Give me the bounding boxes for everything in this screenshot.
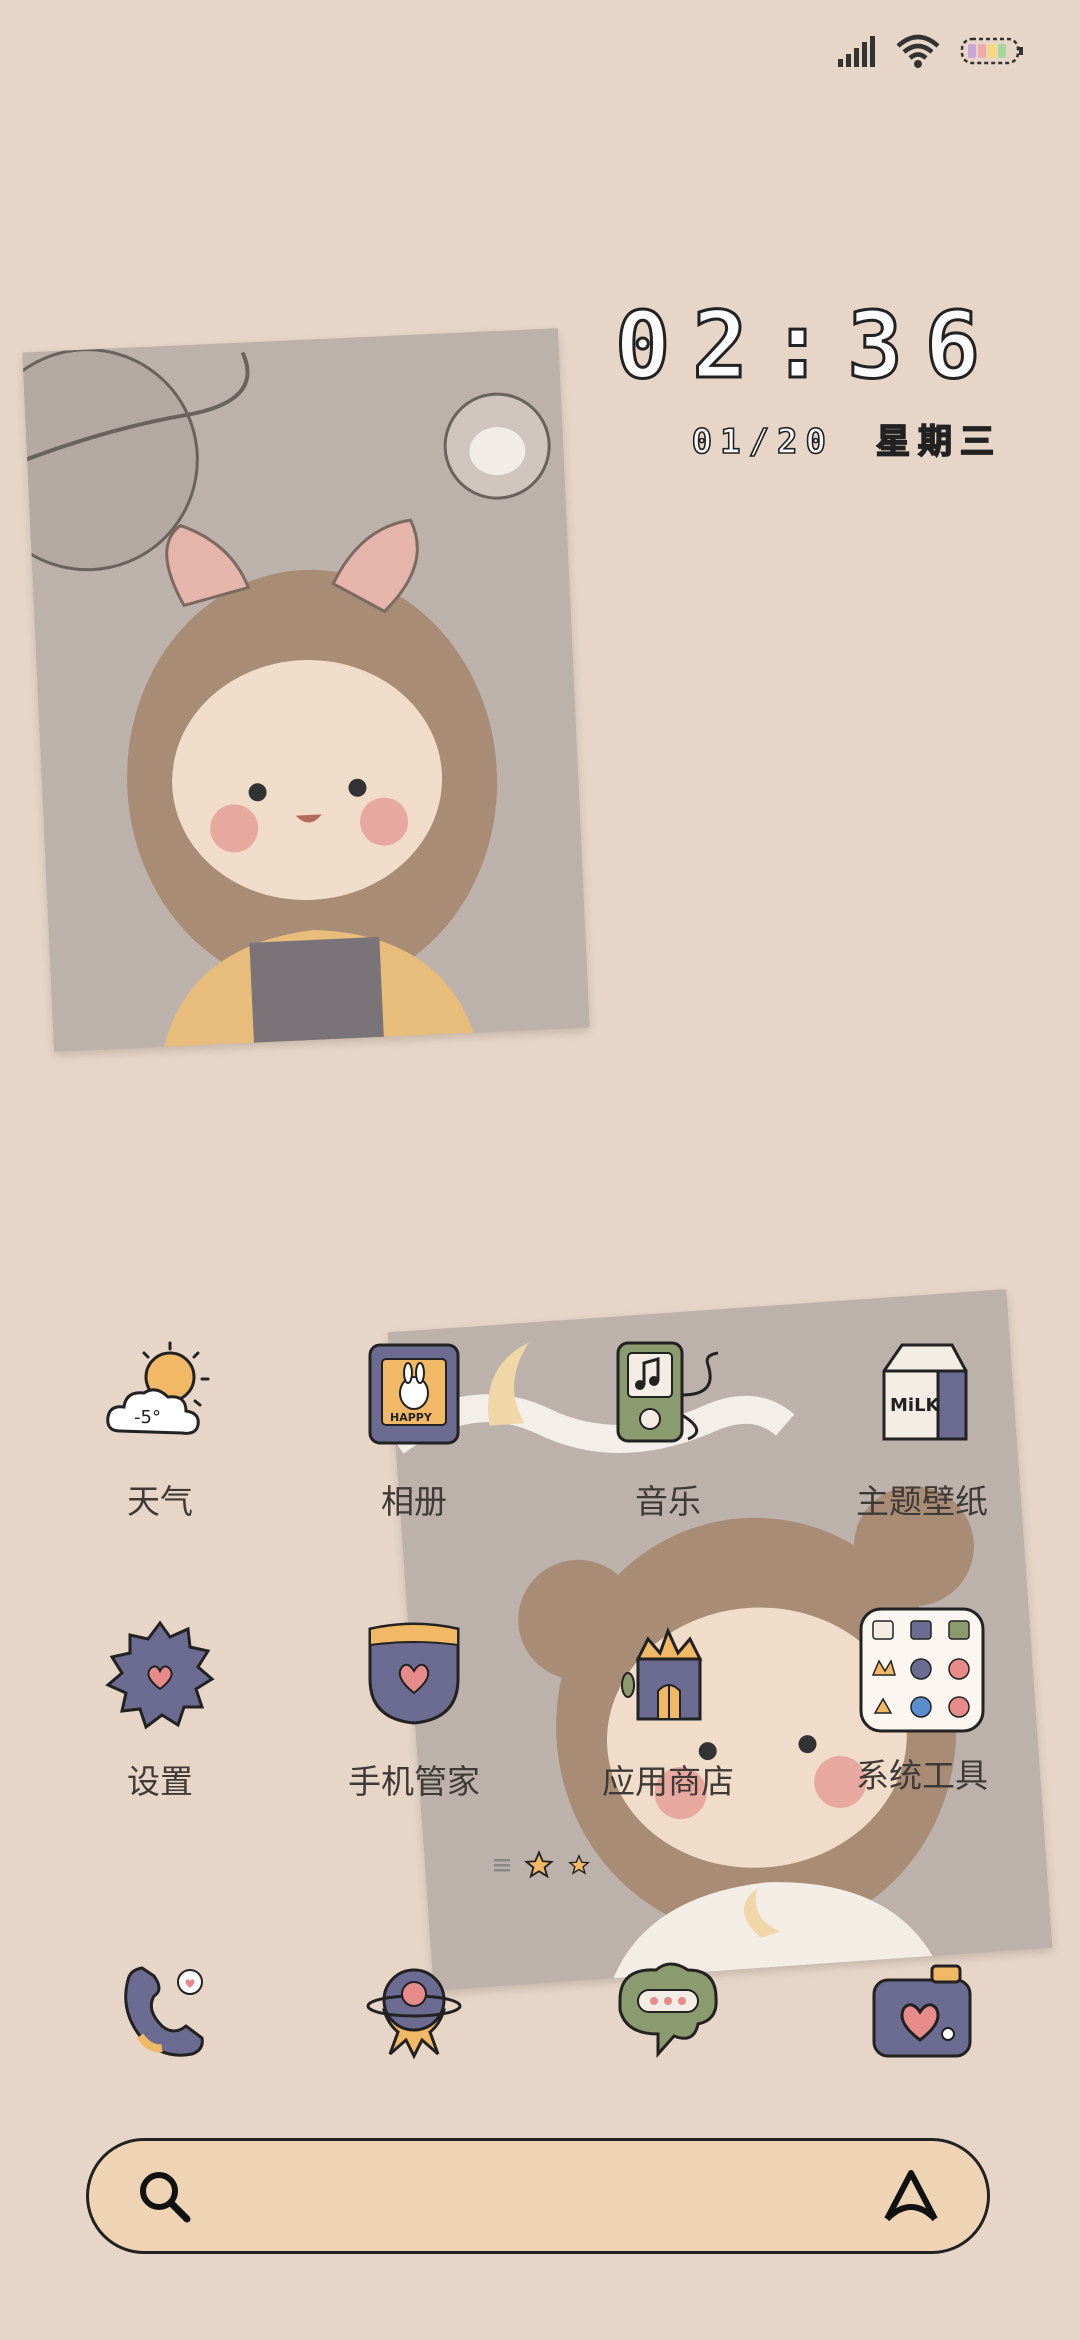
- app-label: 音乐: [635, 1482, 701, 1521]
- status-bar: [838, 26, 1024, 76]
- dock-camera[interactable]: [862, 1950, 982, 2070]
- weekday-text: 星期三: [875, 421, 1002, 463]
- weather-temperature: -5°: [134, 1407, 161, 1428]
- star-icon: [524, 1850, 554, 1879]
- dock-phone[interactable]: [100, 1950, 220, 2070]
- shield-icon: [368, 1622, 460, 1725]
- app-label: 系统工具: [856, 1756, 988, 1795]
- app-themes[interactable]: MiLK 主题壁纸: [797, 1335, 1047, 1523]
- app-store[interactable]: 应用商店: [543, 1615, 793, 1803]
- folder-icon: [859, 1607, 985, 1733]
- date-text: 01/20: [691, 421, 834, 463]
- wallpaper-photo-top: [22, 328, 590, 1052]
- app-weather[interactable]: -5° 天气: [35, 1335, 285, 1523]
- app-label: 设置: [127, 1762, 193, 1801]
- app-settings[interactable]: 设置: [35, 1615, 285, 1803]
- dock-messages[interactable]: [608, 1950, 728, 2070]
- clock-date: 01/20 星期三: [615, 414, 1002, 463]
- star-icon: [568, 1854, 590, 1875]
- battery-icon: [960, 37, 1023, 65]
- assistant-icon[interactable]: [879, 2165, 943, 2227]
- search-icon[interactable]: [135, 2167, 195, 2227]
- phone-icon: [124, 1966, 204, 2057]
- weather-icon: -5°: [106, 1341, 210, 1435]
- search-bar[interactable]: [86, 2138, 990, 2254]
- clock-widget[interactable]: 02:36 01/20 星期三: [614, 292, 1002, 463]
- clock-time: 02:36: [614, 292, 1002, 399]
- message-icon: [618, 1962, 718, 2058]
- app-label: 天气: [127, 1482, 193, 1521]
- gallery-icon: HAPPY: [368, 1343, 460, 1445]
- gallery-text: HAPPY: [390, 1411, 433, 1424]
- wifi-icon: [896, 34, 940, 68]
- menu-lines-icon: [494, 1859, 510, 1872]
- page-indicator[interactable]: [494, 1850, 590, 1880]
- app-phone-manager[interactable]: 手机管家: [289, 1615, 539, 1803]
- gear-icon: [105, 1620, 215, 1730]
- app-label: 主题壁纸: [856, 1482, 988, 1521]
- app-music[interactable]: 音乐: [543, 1335, 793, 1523]
- app-label: 应用商店: [602, 1762, 734, 1801]
- milk-text: MiLK: [890, 1395, 941, 1416]
- dock-browser[interactable]: [354, 1950, 474, 2070]
- browser-icon: [366, 1968, 462, 2060]
- store-house-icon: [621, 1627, 703, 1721]
- app-system-tools[interactable]: 系统工具: [797, 1605, 1047, 1797]
- camera-icon: [872, 1964, 972, 2058]
- app-label: 手机管家: [348, 1762, 480, 1801]
- app-label: 相册: [381, 1482, 447, 1521]
- signal-bars-icon: [838, 36, 875, 67]
- milk-carton-icon: MiLK: [882, 1343, 968, 1441]
- music-icon: [616, 1341, 719, 1443]
- app-gallery[interactable]: HAPPY 相册: [289, 1335, 539, 1523]
